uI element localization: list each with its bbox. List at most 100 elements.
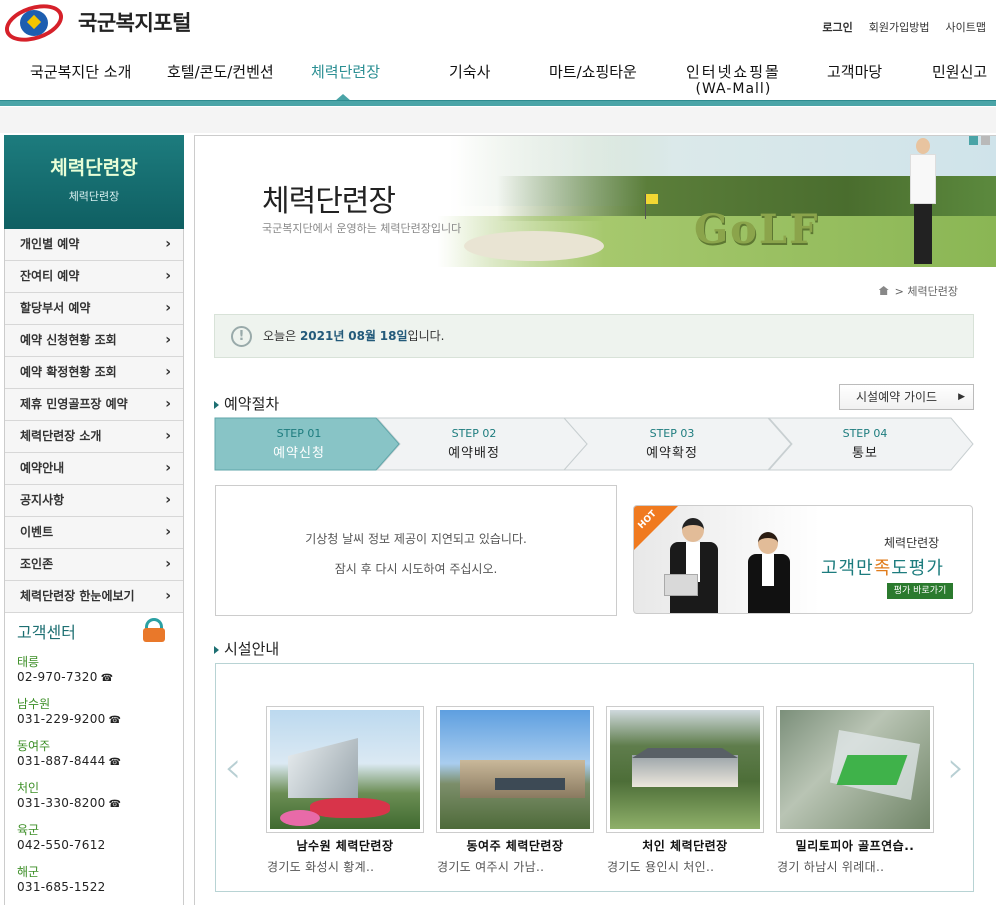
- contact-phone: 042-550-7612: [17, 838, 183, 852]
- satisfaction-survey-banner[interactable]: HOT 체력단련장 고객만족도평가 평가 바로가기: [633, 505, 973, 614]
- sidebar-item-joinzone[interactable]: 조인존 ›: [5, 549, 183, 581]
- promo-line-2: 고객만족도평가: [821, 554, 944, 580]
- contact-phone-number: 031-887-8444: [17, 754, 106, 768]
- facility-card[interactable]: 동여주 체력단련장 경기도 여주시 가남..: [436, 706, 594, 875]
- gnb-item-dormitory[interactable]: 기숙사: [449, 64, 490, 81]
- contact-name: 육군: [17, 823, 40, 837]
- sidebar-item-personal[interactable]: 개인별 예약 ›: [5, 229, 183, 261]
- facility-card[interactable]: 처인 체력단련장 경기도 용인시 처인..: [606, 706, 764, 875]
- contact-entry: 남수원 031-229-9200 ☎: [17, 695, 183, 726]
- chevron-left-icon[interactable]: ‹: [224, 738, 242, 798]
- contact-entry: 해군 031-685-1522: [17, 863, 183, 894]
- gnb-item-fitness[interactable]: 체력단련장: [311, 64, 380, 81]
- sidebar-item-label: 공지사항: [20, 493, 65, 507]
- logo-text: 국군복지포털: [78, 11, 191, 35]
- banner-pager: [969, 136, 990, 145]
- chevron-right-icon: ›: [165, 428, 171, 444]
- page-banner: GoLF 체력단련장 국군복지단에서 운영하는 체력단련장입니다: [214, 136, 996, 267]
- customer-center-list: 태릉 02-970-7320 ☎ 남수원 031-229-9200 ☎ 동여주 031-8…: [17, 653, 183, 894]
- signup-guide-link[interactable]: 회원가입방법: [869, 19, 930, 35]
- facility-thumbnail: [436, 706, 594, 833]
- promo-line-2b: 족: [873, 558, 892, 579]
- sidebar-item-event[interactable]: 이벤트 ›: [5, 517, 183, 549]
- sidebar-item-partner-golf[interactable]: 제휴 민영골프장 예약 ›: [5, 389, 183, 421]
- facility-address: 경기도 화성시 황계..: [267, 860, 375, 874]
- phone-icon: ☎: [100, 673, 114, 684]
- gnb-wamall-sub: (WA-Mall): [695, 81, 772, 97]
- top-links: 로그인 회원가입방법 사이트맵: [822, 19, 986, 35]
- phone-icon: ☎: [108, 799, 122, 810]
- facility-photo: [610, 710, 760, 829]
- contact-entry: 태릉 02-970-7320 ☎: [17, 653, 183, 684]
- facility-guide-button[interactable]: 시설예약 가이드 ▶: [839, 384, 974, 410]
- sidebar-menu: 개인별 예약 › 잔여티 예약 › 할당부서 예약 › 예약 신청현황 조회 › 예약 …: [4, 229, 184, 613]
- facility-photo: [270, 710, 420, 829]
- sidebar-item-remaining[interactable]: 잔여티 예약 ›: [5, 261, 183, 293]
- pager-dot[interactable]: [981, 136, 990, 145]
- sidebar-item-label: 제휴 민영골프장 예약: [20, 397, 128, 411]
- facility-name: 처인 체력단련장: [642, 839, 728, 853]
- breadcrumb: > 체력단련장: [878, 283, 958, 299]
- sidebar-item-allocation[interactable]: 할당부서 예약 ›: [5, 293, 183, 325]
- chevron-right-icon: ›: [165, 332, 171, 348]
- reservation-section-title: 예약절차: [214, 393, 279, 414]
- home-icon[interactable]: [878, 286, 889, 295]
- gnb-item-hotel[interactable]: 호텔/콘도/컨벤션: [167, 64, 274, 81]
- sidebar-item-overview[interactable]: 체력단련장 한눈에보기 ›: [5, 581, 183, 613]
- customer-center: 고객센터 태릉 02-970-7320 ☎ 남수원 031-229-9200 ☎ 동여주…: [4, 613, 184, 905]
- facility-card[interactable]: 밀리토피아 골프연습.. 경기 하남시 위례대..: [776, 706, 934, 875]
- gnb-item-complaint[interactable]: 민원신고: [932, 64, 987, 81]
- promo-woman-figure: [746, 532, 792, 613]
- chevron-right-icon[interactable]: ›: [947, 738, 965, 798]
- contact-phone: 02-970-7320 ☎: [17, 670, 183, 684]
- chevron-right-icon: ›: [165, 300, 171, 316]
- contact-phone-number: 031-330-8200: [17, 796, 106, 810]
- chevron-right-icon: ›: [165, 460, 171, 476]
- contact-name: 해군: [17, 865, 40, 879]
- site-logo[interactable]: 국군복지포털: [0, 0, 191, 49]
- reservation-steps: STEP 01 예약신청 STEP 02 예약배정 STEP 03 예약확정 STEP…: [214, 417, 974, 471]
- login-link[interactable]: 로그인: [822, 19, 852, 35]
- facility-card[interactable]: 남수원 체력단련장 경기도 화성시 황계..: [266, 706, 424, 875]
- contact-phone-number: 042-550-7612: [17, 838, 106, 852]
- contact-name: 처인: [17, 781, 40, 795]
- contact-phone-number: 031-229-9200: [17, 712, 106, 726]
- facility-name: 동여주 체력단련장: [466, 839, 564, 853]
- gnb-item-wamall[interactable]: 인터넷쇼핑몰 (WA-Mall): [686, 64, 781, 98]
- facility-address: 경기도 여주시 가남..: [437, 860, 545, 874]
- sidebar-item-notice[interactable]: 공지사항 ›: [5, 485, 183, 517]
- gnb-item-customer[interactable]: 고객마당: [827, 64, 882, 81]
- chevron-right-icon: ›: [165, 364, 171, 380]
- contact-entry: 육군 042-550-7612: [17, 821, 183, 852]
- today-prefix: 오늘은: [263, 329, 300, 343]
- sidebar-title: 체력단련장: [50, 157, 138, 179]
- step-03: STEP 03 예약확정: [587, 417, 757, 471]
- sidebar-item-intro[interactable]: 체력단련장 소개 ›: [5, 421, 183, 453]
- step-label: 예약신청: [273, 446, 325, 461]
- sidebar-item-confirm-status[interactable]: 예약 확정현황 조회 ›: [5, 357, 183, 389]
- banner-bunker: [464, 231, 604, 261]
- sidebar-item-request-status[interactable]: 예약 신청현황 조회 ›: [5, 325, 183, 357]
- sidebar-header: 체력단련장 체력단련장: [4, 135, 184, 229]
- gnb-item-mart[interactable]: 마트/쇼핑타운: [549, 64, 637, 81]
- today-suffix: 입니다.: [407, 329, 445, 343]
- sidebar-item-guide[interactable]: 예약안내 ›: [5, 453, 183, 485]
- alert-icon: !: [231, 326, 252, 347]
- survey-go-button[interactable]: 평가 바로가기: [887, 583, 953, 599]
- facility-thumbnail: [266, 706, 424, 833]
- pager-dot-active[interactable]: [969, 136, 978, 145]
- promo-man-figure: [664, 516, 722, 613]
- sidebar-item-label: 잔여티 예약: [20, 269, 80, 283]
- facility-carousel: ‹ › 남수원 체력단련장 경기도 화성시 황계.. 동여주 체력단련장 경기도…: [215, 663, 974, 892]
- contact-phone-number: 02-970-7320: [17, 670, 98, 684]
- chevron-right-icon: ›: [165, 556, 171, 572]
- facility-photo: [780, 710, 930, 829]
- sitemap-link[interactable]: 사이트맵: [946, 19, 986, 35]
- step-02: STEP 02 예약배정: [389, 417, 559, 471]
- step-label: 예약확정: [646, 446, 698, 461]
- gnb-item-about[interactable]: 국군복지단 소개: [30, 64, 131, 81]
- sidebar-item-label: 개인별 예약: [20, 237, 80, 251]
- facility-address: 경기도 용인시 처인..: [607, 860, 715, 874]
- sidebar-item-label: 조인존: [20, 557, 54, 571]
- contact-phone: 031-887-8444 ☎: [17, 754, 183, 768]
